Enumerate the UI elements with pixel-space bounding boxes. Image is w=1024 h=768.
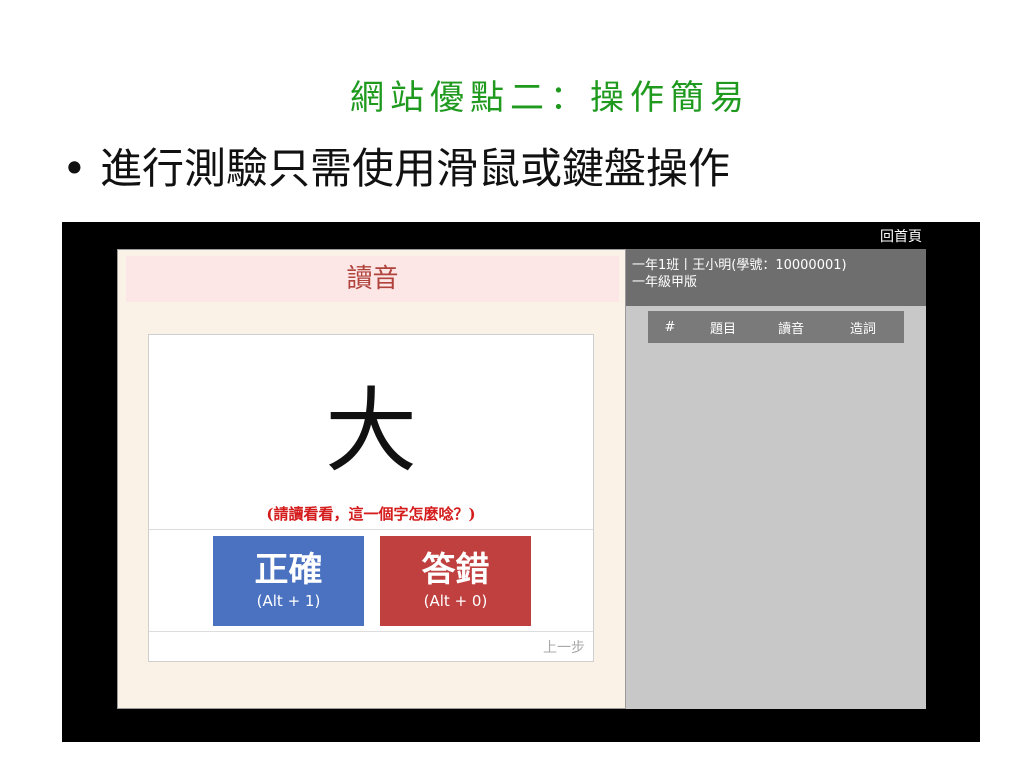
wrong-button-shortcut: (Alt + 0) xyxy=(423,592,488,610)
bullet-label: 進行測驗只需使用滑鼠或鍵盤操作 xyxy=(100,144,731,193)
wrong-button-label: 答錯 xyxy=(421,550,490,590)
col-word: 造詞 xyxy=(849,321,876,337)
test-character: 大 xyxy=(324,378,417,485)
divider xyxy=(149,631,593,632)
panel-title: 讀音 xyxy=(126,256,619,302)
home-link[interactable]: 回首頁 xyxy=(880,226,922,246)
result-table-header: # 題目 讀音 造詞 xyxy=(648,311,904,343)
wrong-button[interactable]: 答錯 (Alt + 0) xyxy=(380,536,531,626)
col-reading: 讀音 xyxy=(777,321,804,337)
correct-button-label: 正確 xyxy=(254,550,323,590)
result-panel: 一年1班丨王小明(學號：10000001) 一年級甲版 # 題目 讀音 造詞 xyxy=(626,249,926,709)
question-card: 大 (請讀看看，這一個字怎麼唸？) 正確 (Alt + 1) 答錯 (Alt +… xyxy=(148,334,594,662)
slide-title: 網站優點二：操作簡易 xyxy=(350,78,750,118)
hint-text: (請讀看看，這一個字怎麼唸？) xyxy=(266,505,476,523)
bullet-text: • 進行測驗只需使用滑鼠或鍵盤操作 xyxy=(62,135,730,196)
student-info: 一年1班丨王小明(學號：10000001) 一年級甲版 xyxy=(626,249,926,306)
col-question: 題目 xyxy=(709,321,736,337)
app-screenshot: 回首頁 讀音 大 (請讀看看，這一個字怎麼唸？) 正確 (Alt + 1) 答錯… xyxy=(62,222,980,742)
correct-button-shortcut: (Alt + 1) xyxy=(256,592,321,610)
bullet-marker: • xyxy=(62,144,87,193)
previous-step-link[interactable]: 上一步 xyxy=(543,637,585,657)
test-panel: 讀音 大 (請讀看看，這一個字怎麼唸？) 正確 (Alt + 1) 答錯 (Al… xyxy=(117,249,626,709)
correct-button[interactable]: 正確 (Alt + 1) xyxy=(213,536,364,626)
student-class-name: 一年1班丨王小明(學號：10000001) xyxy=(632,258,847,273)
divider xyxy=(149,529,593,530)
student-grade-version: 一年級甲版 xyxy=(632,275,698,290)
col-number: # xyxy=(664,319,676,335)
